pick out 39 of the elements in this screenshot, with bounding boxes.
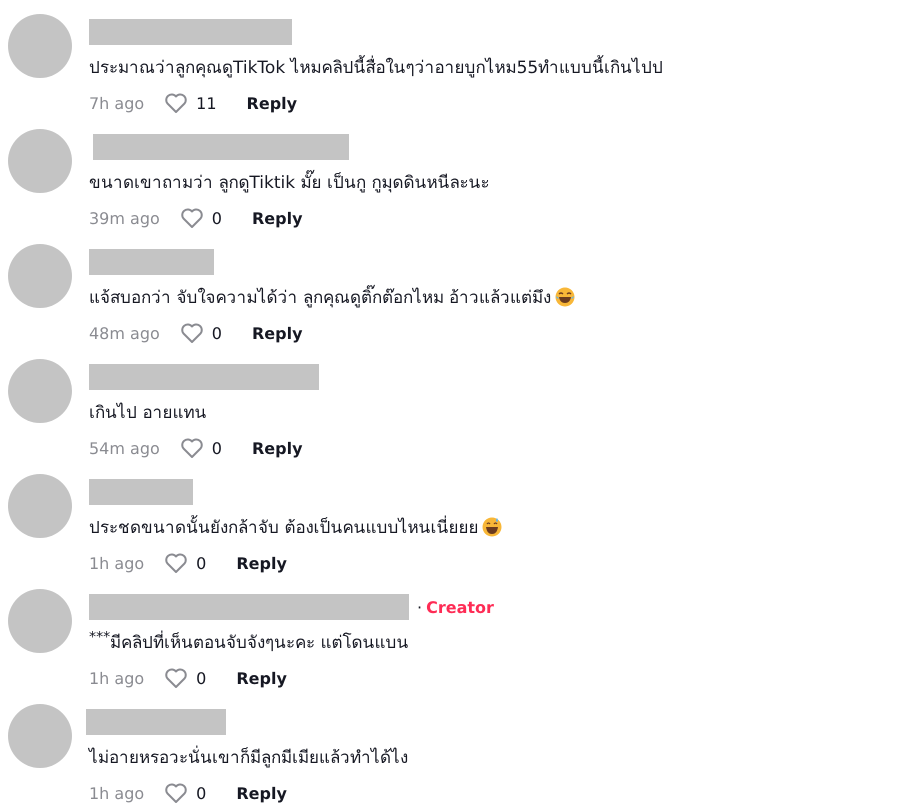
reply-button[interactable]: Reply <box>236 554 287 572</box>
heart-icon[interactable] <box>164 552 188 574</box>
comment-time: 1h ago <box>89 784 144 802</box>
like-count: 0 <box>196 554 206 572</box>
laughing-emoji-icon <box>555 286 576 306</box>
like-count: 0 <box>196 784 206 802</box>
comment-text: ขนาดเขาถามว่า ลูกดูTiktik มั๊ย เป็นกู กูมุดดินหนีละนะ <box>89 168 490 195</box>
comment-text: เกินไป อายแทน <box>89 402 206 425</box>
like-count: 0 <box>212 324 222 342</box>
like-count: 0 <box>196 668 206 688</box>
comment-text: ไม่อายหรอวะนั่นเขาก็มีลูกมีเมียแล้วทำได้ไง <box>89 743 408 770</box>
like-count: 0 <box>212 208 222 228</box>
heart-icon[interactable] <box>180 322 204 344</box>
heart-icon[interactable] <box>180 437 204 459</box>
reply-button[interactable]: Reply <box>252 324 303 342</box>
comment-text: $^{***}$มีคลิปที่เห็นตอนจับจังๆนะคะ แต่โดนแบน <box>89 628 409 655</box>
heart-icon[interactable] <box>164 782 188 804</box>
creator-label: Creator <box>426 598 494 616</box>
separator-dot: · <box>417 598 422 616</box>
heart-icon[interactable] <box>164 667 188 689</box>
comment-text: ประมาณว่าลูกคุณดูTikTok ไหมคลิปนี้สื่อในๆว่าอายบูกไหม55ทำแบบนี้เกินไปป <box>89 53 664 80</box>
reply-button[interactable]: Reply <box>236 668 287 688</box>
reply-button[interactable]: Reply <box>252 208 303 228</box>
comment-time: 7h ago <box>89 94 144 112</box>
like-count: 0 <box>212 438 222 458</box>
comment-text: ประชดขนาดนั้นยังกล้าจับ ต้องเป็นคนแบบไหนเนี่ยยย <box>89 513 478 540</box>
comment-time: 54m ago <box>89 438 160 458</box>
reply-button[interactable]: Reply <box>252 438 303 458</box>
comment-time: 39m ago <box>89 208 160 228</box>
comment-time: 1h ago <box>89 668 144 688</box>
comment-time: 1h ago <box>89 554 144 572</box>
comment-text: แจ้สบอกว่า จับใจความได้ว่า ลูกคุณดูติ๊กต๊อกไหม อ้าวแล้วแต่มึง <box>89 283 552 310</box>
heart-icon[interactable] <box>164 92 188 114</box>
comment-time: 48m ago <box>89 324 160 342</box>
reply-button[interactable]: Reply <box>236 784 287 802</box>
reply-button[interactable]: Reply <box>246 94 298 112</box>
like-count: 11 <box>196 94 217 112</box>
heart-icon[interactable] <box>180 207 204 229</box>
sweat-smile-emoji-icon <box>482 516 502 536</box>
